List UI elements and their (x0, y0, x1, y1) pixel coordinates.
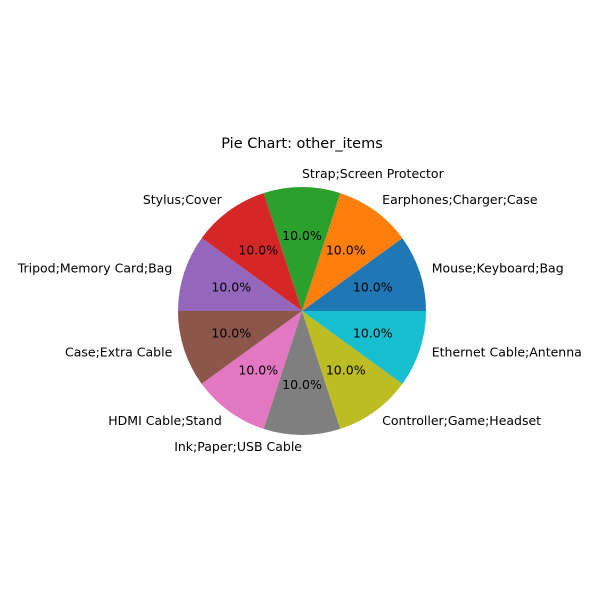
slice-percent-controller-game-headset: 10.0% (326, 363, 366, 378)
slice-percent-mouse-keyboard-bag: 10.0% (353, 280, 393, 295)
chart-title: Pie Chart: other_items (221, 136, 383, 152)
slice-percent-strap-screen-protector: 10.0% (282, 228, 322, 243)
slice-label-hdmi-cable-stand: HDMI Cable;Stand (108, 413, 222, 428)
slice-percent-ink-paper-usb-cable: 10.0% (282, 377, 322, 392)
slice-label-mouse-keyboard-bag: Mouse;Keyboard;Bag (432, 260, 564, 275)
pie-chart: Pie Chart: other_items Mouse;Keyboard;Ba… (0, 0, 600, 600)
slice-percent-earphones-charger-case: 10.0% (326, 242, 366, 257)
pie-chart-svg: Pie Chart: other_items Mouse;Keyboard;Ba… (17, 136, 582, 454)
slice-label-ethernet-cable-antenna: Ethernet Cable;Antenna (432, 345, 582, 360)
slice-label-ink-paper-usb-cable: Ink;Paper;USB Cable (174, 439, 302, 454)
slice-label-controller-game-headset: Controller;Game;Headset (382, 413, 541, 428)
slice-percent-tripod-memory-card-bag: 10.0% (211, 280, 251, 295)
slice-label-stylus-cover: Stylus;Cover (143, 192, 223, 207)
slice-label-earphones-charger-case: Earphones;Charger;Case (382, 192, 538, 207)
slice-percent-ethernet-cable-antenna: 10.0% (353, 325, 393, 340)
slice-percent-hdmi-cable-stand: 10.0% (238, 363, 278, 378)
slice-percent-stylus-cover: 10.0% (238, 242, 278, 257)
slice-percent-case-extra-cable: 10.0% (211, 325, 251, 340)
slice-label-case-extra-cable: Case;Extra Cable (65, 345, 173, 360)
slice-label-tripod-memory-card-bag: Tripod;Memory Card;Bag (17, 260, 173, 275)
pie-slices (178, 186, 426, 435)
slice-label-strap-screen-protector: Strap;Screen Protector (302, 166, 445, 181)
